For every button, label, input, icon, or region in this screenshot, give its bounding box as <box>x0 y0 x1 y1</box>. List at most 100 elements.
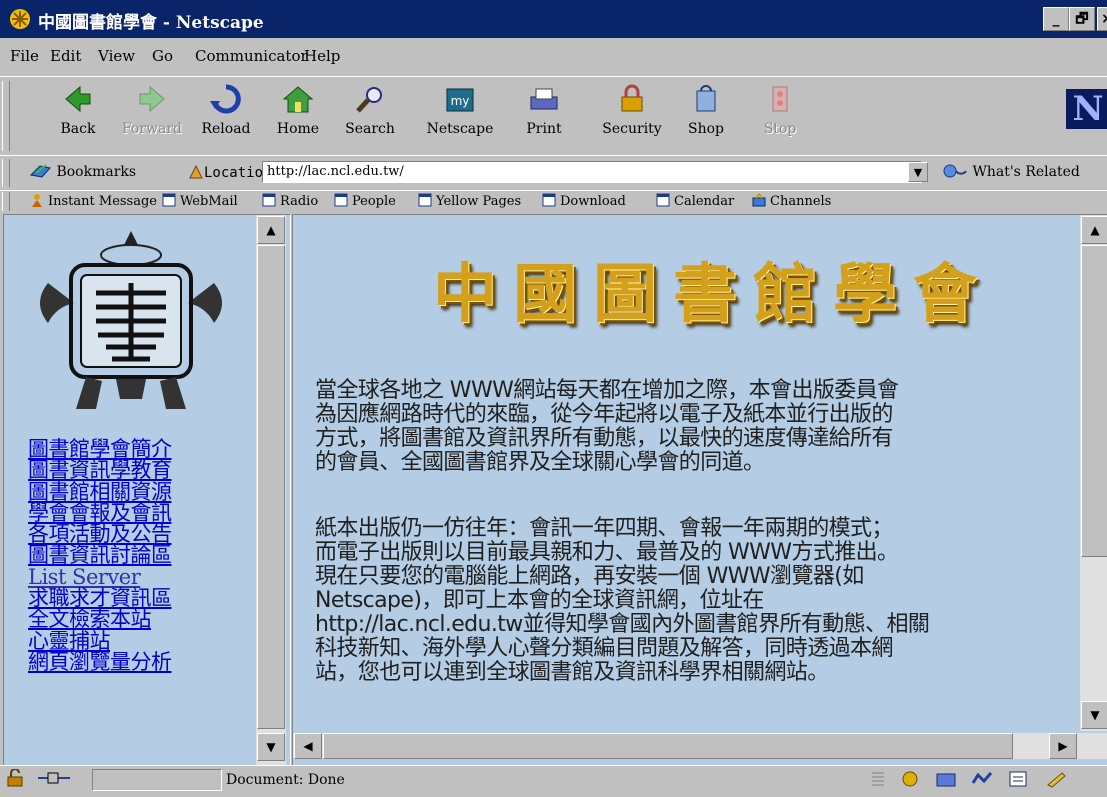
personal-toolbar: Instant Message WebMail Radio People Yel… <box>0 190 1107 213</box>
instant-message-button[interactable]: Instant Message <box>30 193 157 209</box>
menu-help[interactable]: Help <box>304 47 340 65</box>
right-horizontal-scrollbar[interactable]: ◀ ▶ <box>293 733 1107 759</box>
banner-char: 會 <box>913 257 977 332</box>
nav-link-traffic-stats[interactable]: 網頁瀏覽量分析 <box>28 651 238 673</box>
people-button[interactable]: People <box>334 193 396 209</box>
left-scroll-thumb[interactable] <box>257 245 285 729</box>
paragraph-line: 站，您也可以連到全球圖書館及資訊科學界相關網站。 <box>315 660 829 685</box>
minimize-button[interactable]: _ <box>1043 7 1069 31</box>
right-scroll-down-button[interactable]: ▼ <box>1081 701 1107 729</box>
reload-icon <box>210 84 241 114</box>
security-button[interactable]: Security <box>596 83 668 149</box>
status-divider <box>868 769 892 791</box>
bookmarks-button[interactable]: Bookmarks <box>29 163 137 180</box>
left-scroll-down-button[interactable]: ▼ <box>257 733 285 761</box>
netscape-button[interactable]: my Netscape <box>424 83 496 149</box>
close-button[interactable]: × <box>1097 7 1107 31</box>
right-scroll-thumb[interactable] <box>1081 245 1107 557</box>
forward-label: Forward <box>121 121 183 137</box>
search-button[interactable]: Search <box>334 83 406 149</box>
right-vertical-scrollbar[interactable]: ▲ ▼ <box>1080 215 1107 731</box>
navigator-component-icon[interactable] <box>898 769 926 791</box>
left-vertical-scrollbar[interactable]: ▲ ▼ <box>256 215 286 765</box>
composer-component-icon[interactable] <box>1044 769 1072 791</box>
stop-button[interactable]: Stop <box>744 83 816 149</box>
whats-related-button[interactable]: What's Related <box>942 163 1080 180</box>
nav-link-education[interactable]: 圖書資訊學教育 <box>28 459 238 481</box>
whats-related-icon <box>943 164 967 178</box>
shop-button[interactable]: Shop <box>670 83 742 149</box>
paragraph-line: Netscape)，即可上本會的全球資訊網，位址在 <box>315 588 764 613</box>
nav-link-events[interactable]: 各項活動及公告 <box>28 523 238 545</box>
maximize-button[interactable]: 🗗 <box>1069 7 1095 31</box>
scroll-right-button[interactable]: ▶ <box>1049 733 1077 759</box>
nav-link-jobs[interactable]: 求職求才資訊區 <box>28 587 238 609</box>
window-title-bar[interactable]: 中國圖書館學會 - Netscape _ 🗗 × <box>0 0 1107 38</box>
nav-link-bulletins[interactable]: 學會會報及會訊 <box>28 502 238 524</box>
yellow-pages-button[interactable]: Yellow Pages <box>418 193 521 209</box>
banner-char: 中 <box>433 257 497 332</box>
menu-communicator[interactable]: Communicator <box>195 47 308 65</box>
download-button[interactable]: Download <box>542 193 626 209</box>
search-label: Search <box>345 121 395 137</box>
reload-button[interactable]: Reload <box>190 83 262 149</box>
mail-component-icon[interactable] <box>934 769 962 791</box>
netscape-logo[interactable]: N <box>1066 89 1107 129</box>
nav-link-about[interactable]: 圖書館學會簡介 <box>28 438 238 460</box>
print-icon <box>530 88 558 110</box>
print-button[interactable]: Print <box>508 83 580 149</box>
url-dropdown-button[interactable]: ▼ <box>908 162 928 182</box>
menu-edit[interactable]: Edit <box>50 47 81 65</box>
netscape-label: Netscape <box>426 121 494 137</box>
back-button[interactable]: Back <box>42 83 114 149</box>
nav-link-list-server[interactable]: List Server <box>28 566 238 588</box>
nav-link-resources[interactable]: 圖書館相關資源 <box>28 481 238 503</box>
forward-arrow-icon <box>139 85 165 113</box>
address-book-component-icon[interactable] <box>1006 769 1034 791</box>
status-bar: Document: Done <box>0 765 1107 797</box>
security-lock-icon <box>621 84 643 112</box>
stop-icon <box>772 86 788 112</box>
calendar-button[interactable]: Calendar <box>656 193 734 209</box>
channels-button[interactable]: Channels <box>752 193 831 209</box>
navigation-toolbar: Back Forward Reload Home Search my Netsc… <box>0 76 1107 155</box>
security-status-icon[interactable] <box>4 768 32 791</box>
menu-view[interactable]: View <box>98 47 135 65</box>
menu-bar: File Edit View Go Communicator Help <box>0 38 1107 74</box>
toolbar-grip[interactable] <box>2 81 10 151</box>
nav-link-spirit-station[interactable]: 心靈捕站 <box>28 630 238 652</box>
menu-file[interactable]: File <box>10 47 39 65</box>
paragraph-line: 紙本出版仍一仿往年：會訊一年四期、會報一年兩期的模式； <box>315 516 893 541</box>
home-button[interactable]: Home <box>262 83 334 149</box>
bookmarks-icon <box>29 164 51 178</box>
bookmark-page-icon <box>656 193 670 207</box>
security-label: Security <box>602 121 662 137</box>
back-arrow-icon <box>65 85 91 113</box>
nav-link-forum[interactable]: 圖書資訊討論區 <box>28 545 238 567</box>
status-text: Document: Done <box>226 772 345 788</box>
netscape-app-icon <box>10 9 30 29</box>
url-input[interactable]: http://lac.ncl.edu.tw/ <box>262 161 922 183</box>
paragraph-line: http://lac.ncl.edu.tw並得知學會國內外圖書館界所有動態、相關 <box>315 612 930 637</box>
back-label: Back <box>60 121 96 137</box>
forward-button[interactable]: Forward <box>116 83 188 149</box>
stop-label: Stop <box>763 121 797 137</box>
scroll-left-button[interactable]: ◀ <box>294 733 322 759</box>
nav-link-fulltext-search[interactable]: 全文檢索本站 <box>28 609 238 631</box>
menu-go[interactable]: Go <box>152 47 173 65</box>
personal-grip[interactable] <box>2 192 10 211</box>
paragraph-line: 為因應網路時代的來臨，從今年起將以電子及紙本並行出版的 <box>315 402 893 427</box>
shop-icon <box>696 85 716 112</box>
main-content-frame: 中國圖書館學會 當全球各地之 WWW網站每天都在增加之際，本會出版委員會 為因應… <box>292 214 1107 766</box>
banner-char: 館 <box>753 257 817 332</box>
newsgroups-component-icon[interactable] <box>970 769 998 791</box>
right-scroll-up-button[interactable]: ▲ <box>1081 216 1107 244</box>
location-grip[interactable] <box>2 159 10 187</box>
webmail-button[interactable]: WebMail <box>162 193 238 209</box>
horizontal-scroll-thumb[interactable] <box>323 733 1013 759</box>
left-scroll-up-button[interactable]: ▲ <box>257 216 285 244</box>
page-proxy-icon[interactable] <box>188 164 204 180</box>
location-toolbar: Bookmarks Location: http://lac.ncl.edu.t… <box>0 155 1107 190</box>
radio-button[interactable]: Radio <box>262 193 318 209</box>
bookmarks-label: Bookmarks <box>56 164 137 180</box>
